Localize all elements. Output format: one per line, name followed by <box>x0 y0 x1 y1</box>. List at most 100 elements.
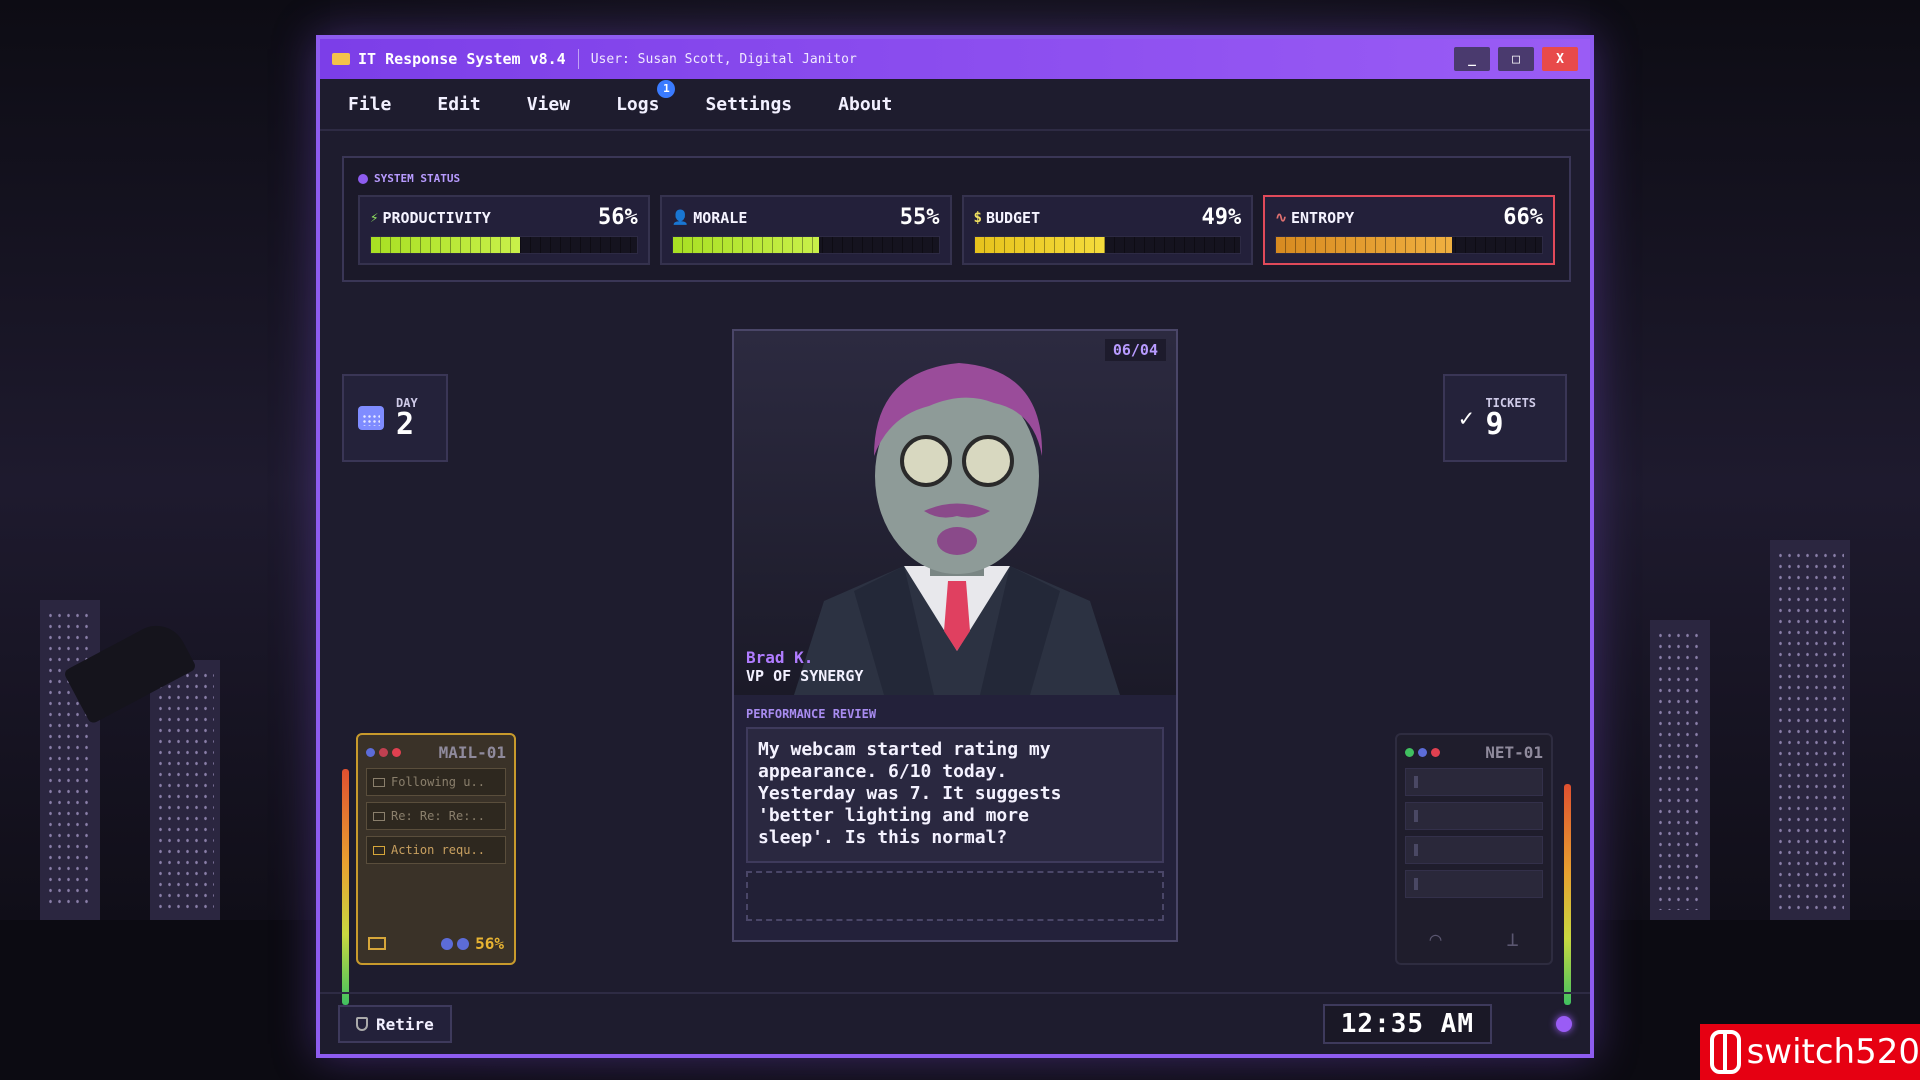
caller-card: 06/04 Brad K. VP OF SYNERGY PERFORMANCE … <box>732 329 1178 942</box>
net-slot <box>1405 836 1543 864</box>
status-meters: ⚡ PRODUCTIVITY 56% 👤 MORALE 55% $ BUDGET… <box>358 195 1555 265</box>
dollar-icon: $ <box>973 209 982 226</box>
net-footer: ◠ ⊥ <box>1397 927 1551 951</box>
meter-label-text: ENTROPY <box>1290 208 1355 227</box>
system-status-panel: SYSTEM STATUS ⚡ PRODUCTIVITY 56% 👤 MORAL… <box>342 156 1571 282</box>
window-controls: _ □ X <box>1454 47 1578 71</box>
envelope-icon <box>373 811 385 821</box>
app-title: IT Response System v8.4 <box>358 50 566 68</box>
switch-logo-icon <box>1710 1030 1741 1074</box>
shield-icon <box>356 1017 368 1031</box>
user-info: User: Susan Scott, Digital Janitor <box>590 51 857 67</box>
mail-item-subject: Following u.. <box>391 775 485 789</box>
caller-role: VP OF SYNERGY <box>746 667 864 685</box>
menu-edit[interactable]: Edit <box>437 94 480 115</box>
minimize-button[interactable]: _ <box>1454 47 1490 71</box>
title-bar: IT Response System v8.4 User: Susan Scot… <box>320 39 1590 79</box>
caller-portrait: 06/04 Brad K. VP OF SYNERGY <box>734 331 1176 695</box>
building <box>150 660 220 920</box>
mail-footer: 56% <box>368 934 504 953</box>
led-indicator <box>379 748 388 757</box>
footer-bar: Retire 12:35 AM <box>320 992 1590 1054</box>
menu-logs[interactable]: Logs 1 <box>616 79 676 115</box>
meter-productivity-label: ⚡ PRODUCTIVITY <box>370 209 491 227</box>
meter-productivity-value: 56% <box>598 205 638 230</box>
retire-label: Retire <box>376 1014 434 1034</box>
menu-bar: File Edit View Logs 1 Settings About <box>320 79 1590 131</box>
menu-settings[interactable]: Settings <box>705 94 792 115</box>
net-slot <box>1405 802 1543 830</box>
meter-morale-value: 55% <box>899 205 940 230</box>
tickets-value: 9 <box>1485 407 1504 442</box>
status-indicator <box>1556 1016 1572 1032</box>
day-counter: DAY 2 <box>342 374 448 462</box>
meter-productivity-bar <box>370 236 638 254</box>
mail-item-subject: Action requ.. <box>391 843 485 857</box>
maximize-button[interactable]: □ <box>1498 47 1534 71</box>
mail-item[interactable]: Action requ.. <box>366 836 506 864</box>
meter-fill <box>672 237 819 253</box>
led-indicator <box>1418 748 1427 757</box>
app-window: IT Response System v8.4 User: Susan Scot… <box>316 35 1594 1058</box>
building <box>1770 540 1850 920</box>
ticket-category: PERFORMANCE REVIEW <box>746 707 877 721</box>
city-backdrop-left <box>0 0 330 1080</box>
net-slot <box>1405 870 1543 898</box>
watermark: switch520 <box>1700 1024 1920 1080</box>
calendar-icon <box>358 406 384 430</box>
meter-fill <box>1276 237 1452 253</box>
title-separator <box>577 49 579 69</box>
right-gauge <box>1564 784 1571 1005</box>
meter-morale: 👤 MORALE 55% <box>659 195 952 265</box>
caller-avatar <box>794 363 1120 695</box>
led-indicator <box>1431 748 1440 757</box>
meter-entropy-value: 66% <box>1503 205 1543 230</box>
tickets-counter: ✓ TICKETS 9 <box>1443 374 1567 462</box>
window-sill <box>0 920 330 1080</box>
meter-entropy: ∿ ENTROPY 66% <box>1263 195 1555 265</box>
led-indicator <box>392 748 401 757</box>
menu-logs-label: Logs <box>616 93 660 115</box>
clock-display: 12:35 AM <box>1322 1004 1492 1044</box>
led-indicator <box>366 748 375 757</box>
close-button[interactable]: X <box>1542 47 1578 71</box>
checkmark-icon: ✓ <box>1459 404 1474 432</box>
net-device[interactable]: NET-01 ◠ ⊥ <box>1395 733 1553 965</box>
mail-item[interactable]: Following u.. <box>366 768 506 796</box>
mail-item-subject: Re: Re: Re:.. <box>391 809 485 823</box>
mail-percent: 56% <box>475 934 504 953</box>
watermark-text: switch520 <box>1746 1032 1920 1072</box>
day-value: 2 <box>396 407 415 442</box>
caller-name: Brad K. <box>746 648 814 667</box>
meter-budget: $ BUDGET 49% <box>961 195 1254 265</box>
menu-file[interactable]: File <box>348 94 391 115</box>
meter-fill <box>371 237 520 253</box>
menu-view[interactable]: View <box>527 94 570 115</box>
app-icon <box>332 53 350 65</box>
city-backdrop-right <box>1590 0 1920 1080</box>
response-drop-zone[interactable] <box>746 871 1164 921</box>
net-device-title: NET-01 <box>1485 743 1543 762</box>
system-status-title: SYSTEM STATUS <box>358 172 1555 185</box>
envelope-icon <box>373 777 385 787</box>
status-dot-icon <box>358 173 368 184</box>
meter-label-text: BUDGET <box>985 208 1041 227</box>
mail-device-title: MAIL-01 <box>438 743 506 762</box>
retire-button[interactable]: Retire <box>338 1005 452 1043</box>
mail-device[interactable]: MAIL-01 Following u.. Re: Re: Re:.. Acti… <box>356 733 516 965</box>
notification-badge: 1 <box>657 79 676 98</box>
ticket-message: My webcam started rating my appearance. … <box>746 727 1164 863</box>
menu-about[interactable]: About <box>838 94 892 115</box>
envelope-icon <box>373 845 385 855</box>
status-title-text: SYSTEM STATUS <box>374 172 461 185</box>
meter-morale-label: 👤 MORALE <box>672 209 748 227</box>
meter-label-text: MORALE <box>693 208 748 227</box>
network-tree-icon: ⊥ <box>1506 927 1519 951</box>
meter-label-text: PRODUCTIVITY <box>382 208 491 227</box>
mail-item[interactable]: Re: Re: Re:.. <box>366 802 506 830</box>
mail-dots <box>441 937 470 950</box>
meter-budget-value: 49% <box>1201 205 1242 230</box>
meter-budget-bar <box>973 236 1242 254</box>
meter-morale-bar <box>671 236 940 254</box>
meter-fill <box>974 237 1105 253</box>
